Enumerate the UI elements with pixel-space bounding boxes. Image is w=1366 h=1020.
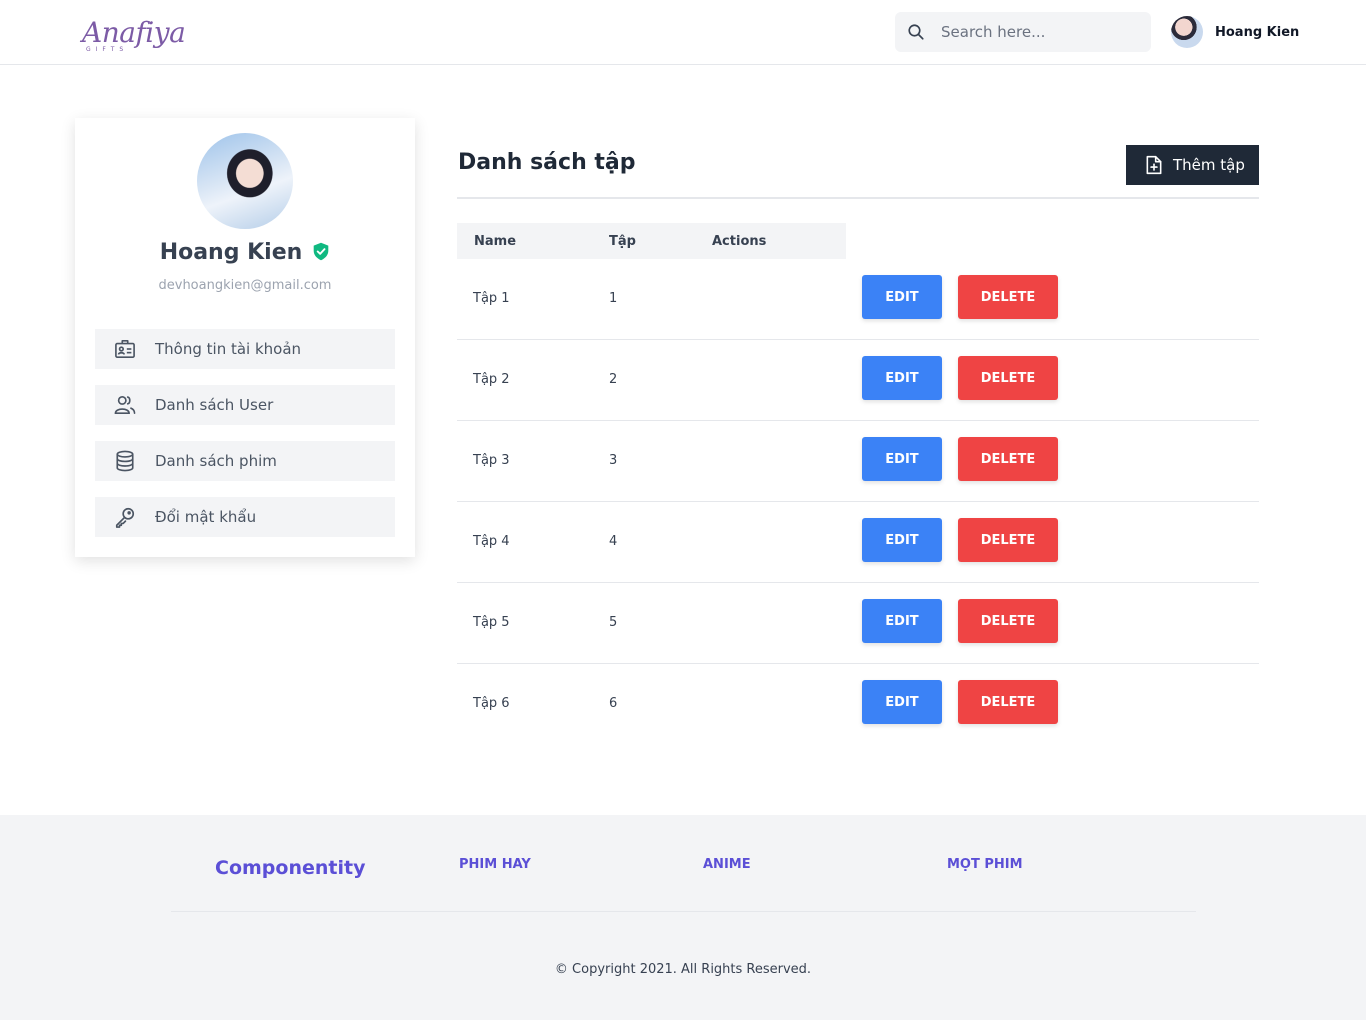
- users-icon: [97, 395, 153, 415]
- edit-button[interactable]: EDIT: [862, 518, 942, 562]
- table-row: Tập 6 6 EDIT DELETE: [457, 664, 1259, 745]
- cell-name: Tập 5: [473, 615, 510, 630]
- column-header-episode: Tập: [609, 234, 636, 249]
- header-user-name: Hoang Kien: [1215, 24, 1300, 40]
- profile-name: Hoang Kien: [159, 240, 303, 265]
- profile-name-row: Hoang Kien: [75, 240, 415, 265]
- logo-text: Anafiya: [82, 16, 186, 49]
- divider: [457, 197, 1259, 199]
- id-card-icon: [97, 339, 153, 359]
- profile-card: Hoang Kien devhoangkien@gmail.com Thông …: [75, 118, 415, 557]
- edit-button[interactable]: EDIT: [862, 599, 942, 643]
- profile-avatar: [197, 133, 293, 229]
- page-title: Danh sách tập: [458, 150, 636, 175]
- menu-item-label: Danh sách User: [155, 396, 274, 414]
- footer-link-anime[interactable]: ANIME: [703, 857, 751, 872]
- column-header-actions: Actions: [712, 234, 767, 249]
- cell-episode: 3: [609, 453, 618, 468]
- cell-episode: 6: [609, 696, 618, 711]
- menu-item-user-list[interactable]: Danh sách User: [95, 385, 395, 425]
- delete-button[interactable]: DELETE: [958, 275, 1058, 319]
- menu-item-account-info[interactable]: Thông tin tài khoản: [95, 329, 395, 369]
- menu-item-label: Danh sách phim: [155, 452, 277, 470]
- profile-email: devhoangkien@gmail.com: [158, 278, 332, 293]
- add-episode-button[interactable]: Thêm tập: [1126, 145, 1259, 185]
- cell-episode: 5: [609, 615, 618, 630]
- delete-button[interactable]: DELETE: [958, 437, 1058, 481]
- delete-button[interactable]: DELETE: [958, 518, 1058, 562]
- table-row: Tập 3 3 EDIT DELETE: [457, 421, 1259, 502]
- footer: Componentity PHIM HAY ANIME MỌT PHIM © C…: [0, 815, 1366, 1020]
- cell-name: Tập 3: [473, 453, 510, 468]
- cell-name: Tập 1: [473, 291, 510, 306]
- logo[interactable]: Anafiya GIFTS: [82, 10, 186, 54]
- cell-episode: 1: [609, 291, 618, 306]
- database-icon: [97, 450, 153, 472]
- divider: [171, 911, 1196, 912]
- key-icon: [97, 506, 153, 528]
- copyright: © Copyright 2021. All Rights Reserved.: [554, 962, 812, 977]
- footer-link-phim-hay[interactable]: PHIM HAY: [459, 857, 531, 872]
- footer-link-mot-phim[interactable]: MỌT PHIM: [947, 857, 1023, 872]
- edit-button[interactable]: EDIT: [862, 275, 942, 319]
- delete-button[interactable]: DELETE: [958, 680, 1058, 724]
- file-plus-icon: [1146, 155, 1162, 175]
- search-input[interactable]: [941, 12, 1141, 52]
- cell-episode: 4: [609, 534, 618, 549]
- add-episode-label: Thêm tập: [1173, 156, 1245, 174]
- user-menu[interactable]: Hoang Kien: [1171, 15, 1299, 49]
- edit-button[interactable]: EDIT: [862, 437, 942, 481]
- cell-episode: 2: [609, 372, 618, 387]
- menu-item-movie-list[interactable]: Danh sách phim: [95, 441, 395, 481]
- verified-shield-icon: [314, 242, 329, 260]
- table-row: Tập 4 4 EDIT DELETE: [457, 502, 1259, 583]
- menu-item-change-password[interactable]: Đổi mật khẩu: [95, 497, 395, 537]
- cell-name: Tập 4: [473, 534, 510, 549]
- delete-button[interactable]: DELETE: [958, 599, 1058, 643]
- column-header-name: Name: [474, 234, 517, 249]
- cell-name: Tập 2: [473, 372, 510, 387]
- menu-item-label: Thông tin tài khoản: [155, 340, 302, 358]
- logo-subtext: GIFTS: [86, 46, 129, 53]
- search-icon: [908, 24, 924, 40]
- table-row: Tập 2 2 EDIT DELETE: [457, 340, 1259, 421]
- avatar: [1171, 16, 1203, 48]
- cell-name: Tập 6: [473, 696, 510, 711]
- menu-item-label: Đổi mật khẩu: [155, 508, 257, 526]
- top-header: Anafiya GIFTS Hoang Kien: [0, 0, 1366, 65]
- edit-button[interactable]: EDIT: [862, 356, 942, 400]
- table-row: Tập 1 1 EDIT DELETE: [457, 259, 1259, 340]
- table-header: Name Tập Actions: [457, 223, 846, 259]
- table-row: Tập 5 5 EDIT DELETE: [457, 583, 1259, 664]
- delete-button[interactable]: DELETE: [958, 356, 1058, 400]
- edit-button[interactable]: EDIT: [862, 680, 942, 724]
- footer-brand[interactable]: Componentity: [215, 857, 365, 879]
- search-box: [895, 12, 1151, 52]
